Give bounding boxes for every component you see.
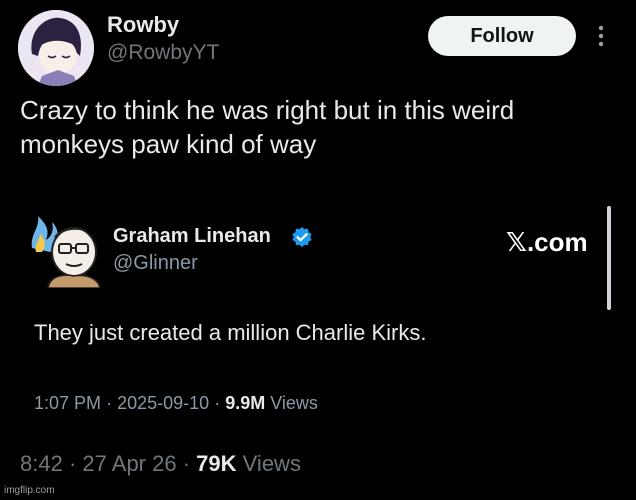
author-display-name[interactable]: Rowby xyxy=(107,12,179,38)
x-com-logo[interactable]: 𝕏.com xyxy=(506,227,588,258)
quoted-tweet-meta: 1:07 PM · 2025-09-10 · 9.9M Views xyxy=(34,393,318,414)
quoted-author-handle[interactable]: @Glinner xyxy=(113,252,198,275)
meta-separator: · xyxy=(68,451,77,476)
meta-separator: · xyxy=(106,393,113,413)
quoted-tweet-text: They just created a million Charlie Kirk… xyxy=(34,320,427,345)
imgflip-watermark: imgflip.com xyxy=(4,485,55,496)
tweet-meta: 8:42 · 27 Apr 26 · 79K Views xyxy=(20,451,301,477)
quoted-tweet-date[interactable]: 2025-09-10 xyxy=(117,393,209,413)
tweet-text: Crazy to think he was right but in this … xyxy=(20,95,515,159)
author-handle[interactable]: @RowbyYT xyxy=(107,41,219,65)
quoted-author-avatar[interactable] xyxy=(28,208,104,288)
author-avatar[interactable] xyxy=(18,10,94,86)
follow-button[interactable]: Follow xyxy=(428,16,576,56)
quoted-author-display-name[interactable]: Graham Linehan xyxy=(113,225,271,248)
x-logo-icon: 𝕏 xyxy=(506,228,527,258)
views-label[interactable]: Views xyxy=(243,451,301,476)
meta-separator: · xyxy=(182,451,191,476)
views-count[interactable]: 79K xyxy=(196,451,236,476)
meta-separator: · xyxy=(214,393,221,413)
quoted-tweet-time[interactable]: 1:07 PM xyxy=(34,393,101,413)
scrollbar[interactable] xyxy=(607,206,611,310)
more-vertical-icon[interactable] xyxy=(596,22,606,50)
quoted-views-count[interactable]: 9.9M xyxy=(225,393,265,413)
tweet-date[interactable]: 27 Apr 26 xyxy=(82,451,176,476)
verified-badge-icon xyxy=(292,227,312,247)
quoted-views-label[interactable]: Views xyxy=(270,393,318,413)
x-com-logo-text: .com xyxy=(526,227,588,257)
tweet-time[interactable]: 8:42 xyxy=(20,451,63,476)
